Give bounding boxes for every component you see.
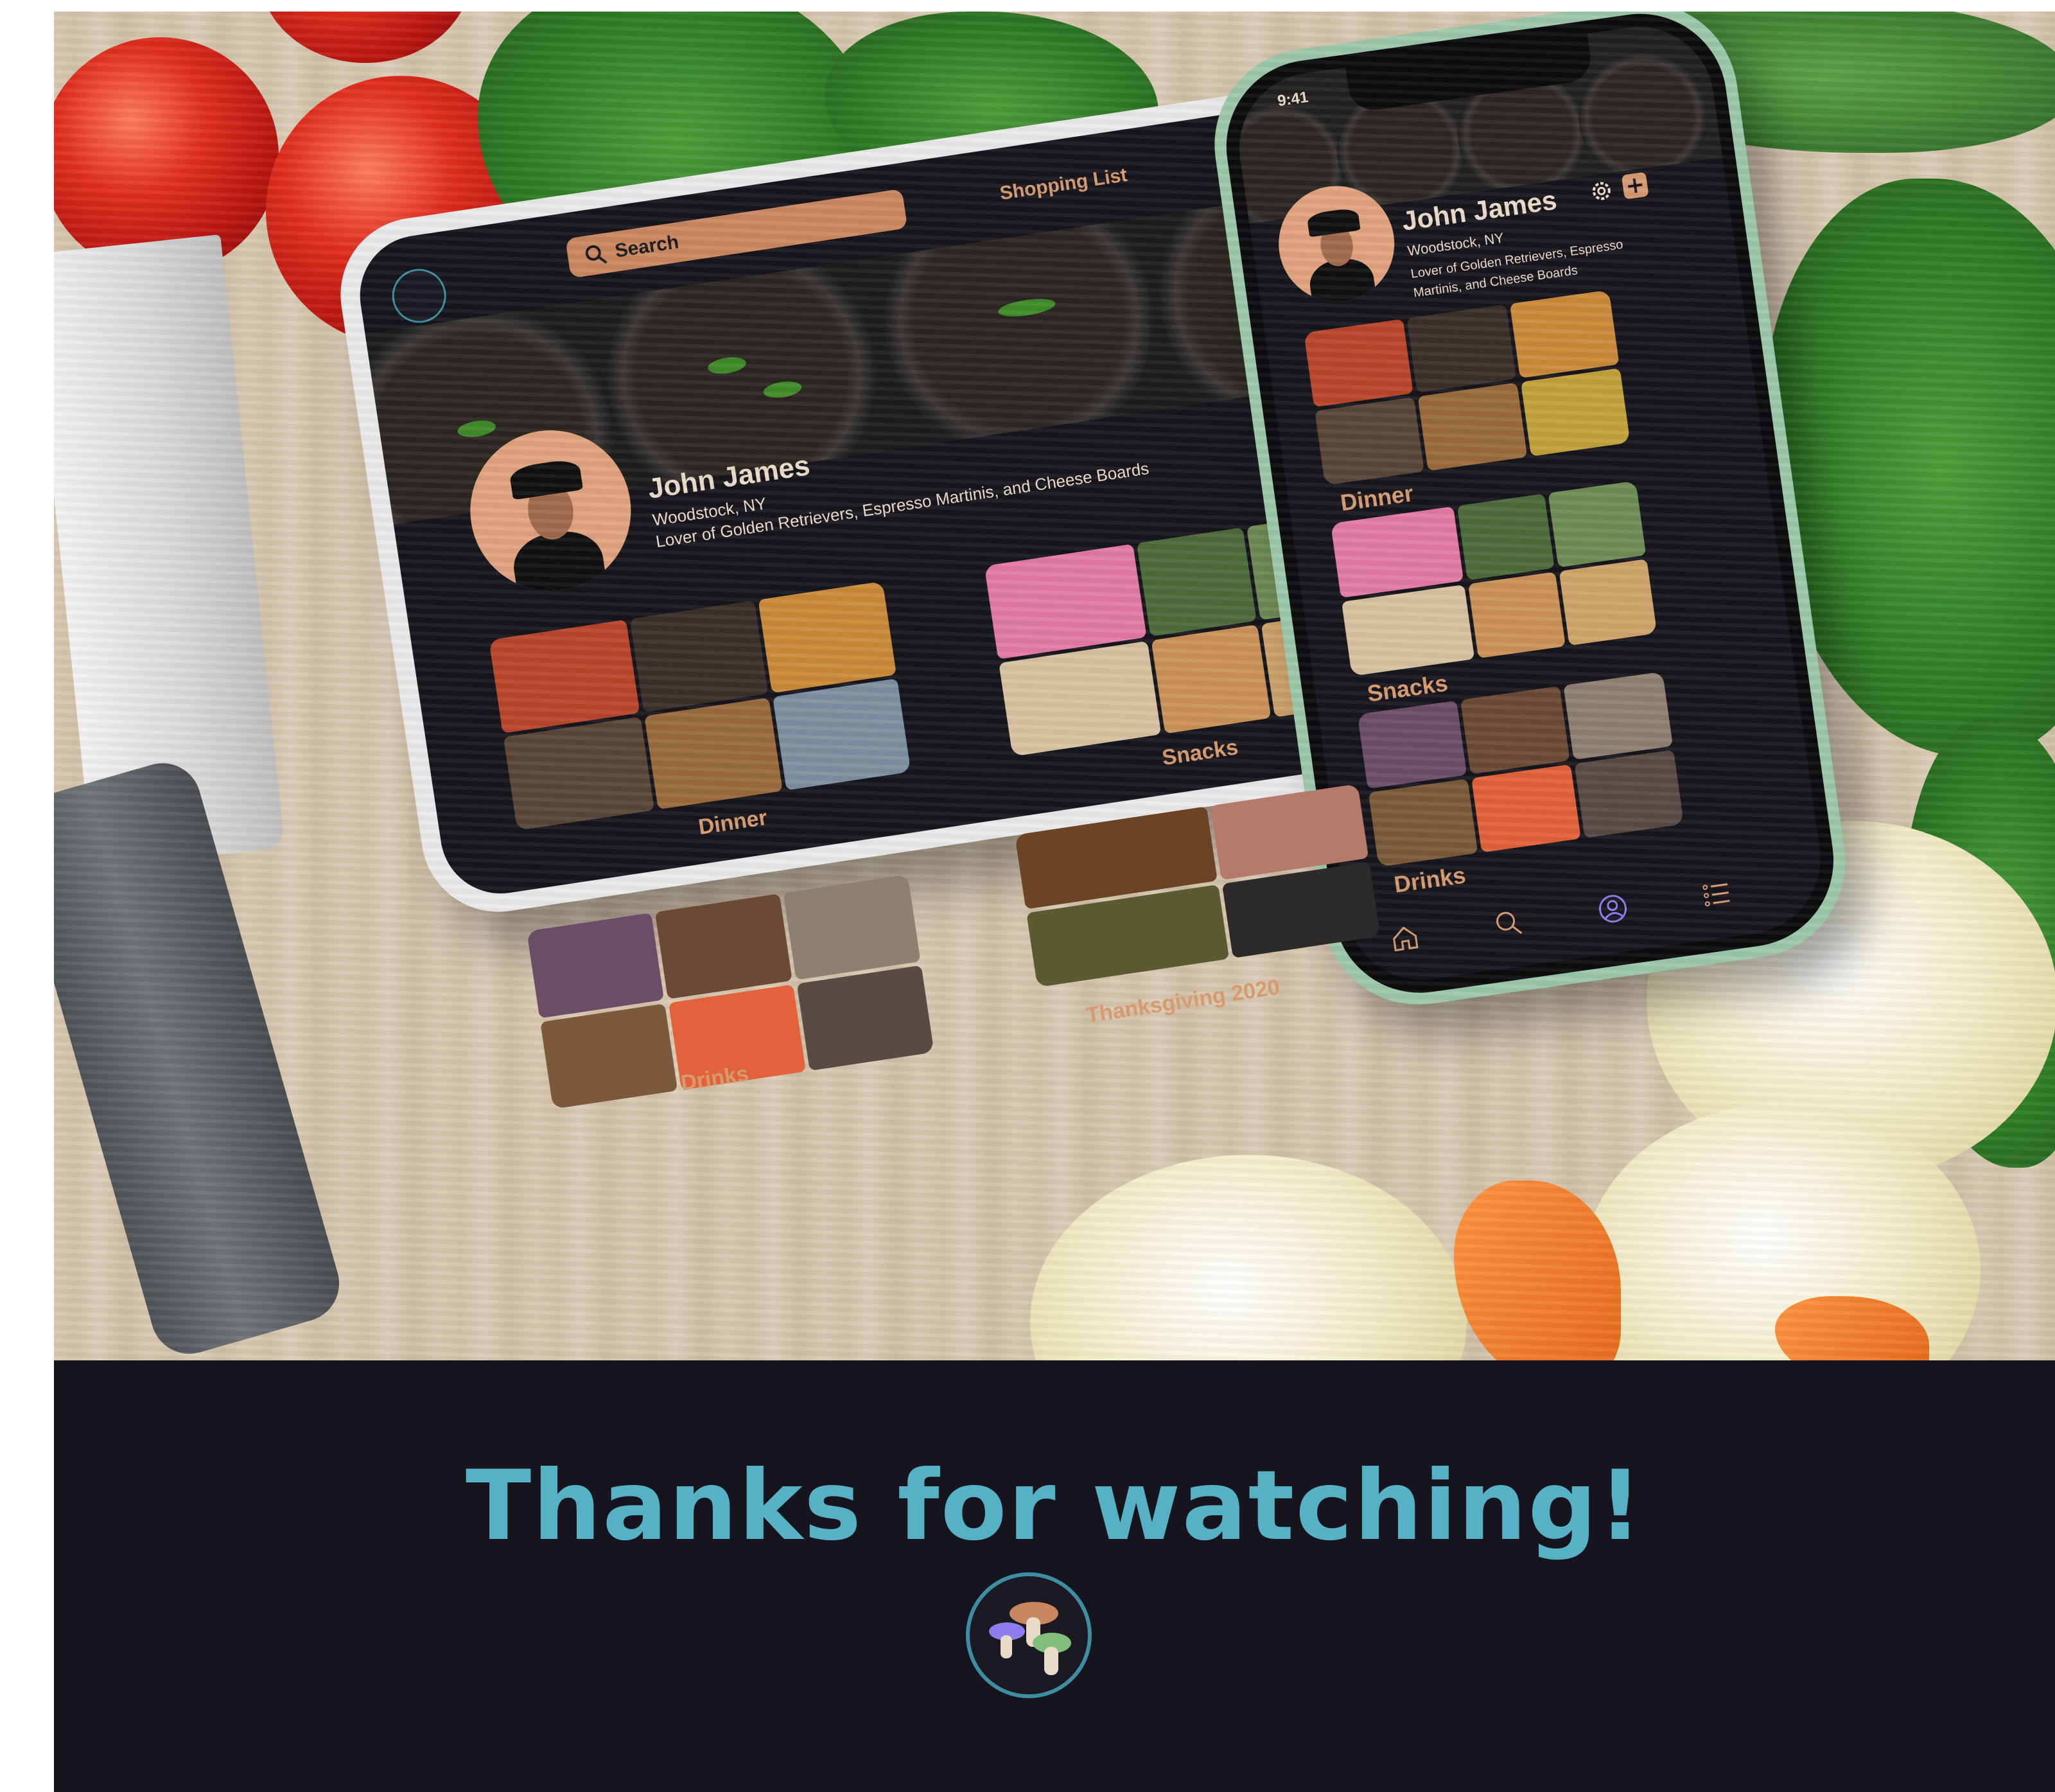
pepper-decoration — [1647, 821, 2055, 1181]
footer-panel: Thanks for watching! — [54, 1360, 2055, 1792]
carrot-decoration — [1775, 1296, 1929, 1360]
collection-title-dinner: Dinner — [697, 805, 769, 840]
profile-bio: Lover of Golden Retrievers, Espresso Mar… — [654, 458, 1151, 552]
parsley-decoration — [825, 12, 1159, 204]
collection-title-dinner: Dinner — [1338, 480, 1415, 516]
collection-title-snacks: Snacks — [1365, 669, 1449, 707]
thanks-message: Thanks for watching! — [465, 1450, 1644, 1562]
collection-card-drinks[interactable] — [1357, 671, 1684, 867]
parsley-decoration — [478, 12, 876, 307]
profile-bio: Lover of Golden Retrievers, Espresso Mar… — [1410, 237, 1624, 301]
profile-name: John James — [1400, 184, 1559, 236]
plant-pot — [865, 179, 1173, 474]
collection-title-snacks: Snacks — [1160, 735, 1240, 771]
search-bar[interactable]: Search — [565, 188, 908, 279]
search-placeholder: Search — [613, 231, 681, 262]
parsley-decoration — [1762, 179, 2055, 757]
sprout — [456, 418, 497, 439]
sprout — [706, 355, 748, 376]
profile-location: Woodstock, NY — [651, 493, 768, 530]
parsley-decoration — [1903, 718, 2055, 1168]
collection-card-dinner[interactable] — [1304, 290, 1631, 486]
collection-card-snacks[interactable] — [984, 511, 1381, 757]
plant-pot — [365, 286, 632, 525]
profile-name: John James — [645, 449, 812, 505]
mushroom-logo — [966, 1572, 1092, 1698]
gear-icon[interactable] — [1587, 177, 1616, 206]
search-icon[interactable] — [1491, 905, 1526, 941]
kitchen-background: Search Shopping List John James Woodstoc… — [54, 12, 2055, 1360]
app-logo[interactable] — [388, 265, 450, 327]
avatar — [459, 419, 642, 602]
search-icon — [583, 242, 608, 267]
gear-icon[interactable] — [1257, 299, 1298, 340]
status-time: 9:41 — [1276, 88, 1309, 110]
knife-handle — [54, 754, 349, 1360]
plant-pot — [1141, 179, 1429, 446]
collection-card-dinner[interactable] — [489, 581, 911, 831]
rosemary-decoration — [1582, 12, 2055, 153]
tablet-screen: Search Shopping List John James Woodstoc… — [351, 90, 1485, 902]
sprout — [762, 379, 803, 400]
carrot-decoration — [1454, 1181, 1621, 1360]
list-icon[interactable] — [1699, 876, 1735, 912]
profile-banner — [1229, 17, 1723, 224]
home-icon[interactable] — [1386, 920, 1422, 956]
sprout — [997, 295, 1057, 320]
collection-card-snacks[interactable] — [1330, 480, 1657, 676]
knife-blade — [54, 234, 285, 868]
pepper-decoration — [1030, 1155, 1467, 1360]
profile-location: Woodstock, NY — [1406, 229, 1505, 259]
profile-banner — [365, 179, 1429, 525]
shopping-list-link[interactable]: Shopping List — [999, 164, 1129, 205]
collection-card-drinks[interactable] — [543, 813, 936, 872]
add-icon[interactable] — [1620, 170, 1650, 200]
collection-title-drinks: Drinks — [1392, 861, 1467, 898]
pepper-decoration — [1582, 1103, 1981, 1360]
tomato-decoration — [259, 12, 471, 63]
profile-icon[interactable] — [1595, 891, 1631, 927]
tab-bar — [1386, 870, 1735, 962]
avatar — [1271, 178, 1402, 310]
plant-pot — [588, 222, 895, 525]
notch — [1345, 33, 1594, 114]
tomato-decoration — [266, 76, 536, 346]
mushroom-icon — [989, 1602, 1071, 1675]
tomato-decoration — [54, 37, 279, 275]
